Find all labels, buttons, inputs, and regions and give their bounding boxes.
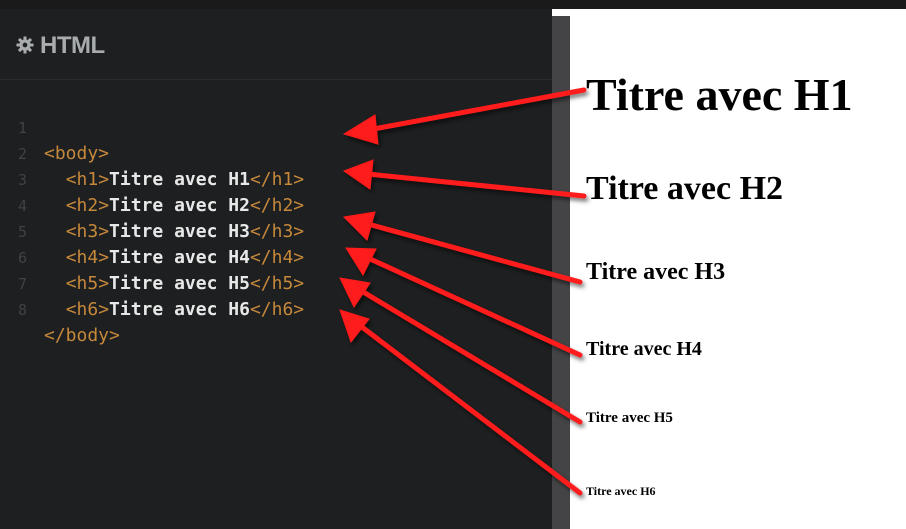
editor-header: HTML <box>0 9 552 80</box>
line-number: 8 <box>18 301 28 319</box>
panel-divider-scrollbar[interactable] <box>552 16 570 529</box>
code-line-5[interactable]: 5 <h4>Titre avec H4</h4> <box>0 193 552 268</box>
code-line-8[interactable]: 8 </body> <box>0 271 552 346</box>
html-editor-panel[interactable]: HTML 1 <body> 2 <h1>Titre avec H1</h1> 3… <box>0 9 552 529</box>
code-line-7[interactable]: 7 <h6>Titre avec H6</h6> <box>0 245 552 320</box>
code-tag: </body> <box>44 325 120 346</box>
top-bar <box>0 0 906 9</box>
gear-icon[interactable] <box>16 36 34 54</box>
code-line-6[interactable]: 6 <h5>Titre avec H5</h5> <box>0 219 552 294</box>
code-line-1[interactable]: 1 <body> <box>0 89 552 164</box>
preview-h1: Titre avec H1 <box>586 69 853 120</box>
preview-h3: Titre avec H3 <box>586 259 726 285</box>
preview-h6: Titre avec H6 <box>586 484 656 498</box>
code-line-4[interactable]: 4 <h3>Titre avec H3</h3> <box>0 167 552 242</box>
code-tag: </h6> <box>249 299 305 320</box>
code-tag: <h6> <box>65 299 110 320</box>
preview-h4: Titre avec H4 <box>586 338 702 360</box>
code-line-3[interactable]: 3 <h2>Titre avec H2</h2> <box>0 141 552 216</box>
preview-h5: Titre avec H5 <box>586 410 673 426</box>
code-text: Titre avec H6 <box>109 299 250 320</box>
code-line-2[interactable]: 2 <h1>Titre avec H1</h1> <box>0 115 552 190</box>
panel-title: HTML <box>40 32 105 59</box>
preview-h2: Titre avec H2 <box>586 170 784 207</box>
